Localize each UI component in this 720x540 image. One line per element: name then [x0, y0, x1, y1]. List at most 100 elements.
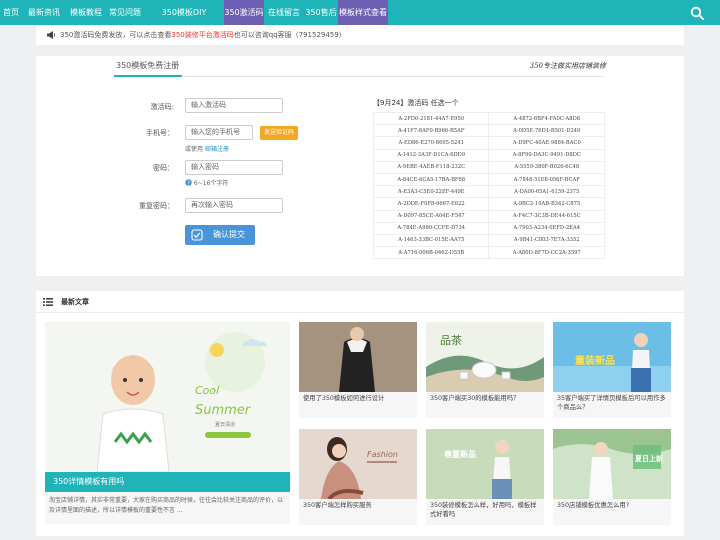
summer-title: 夏日上新 — [634, 454, 663, 463]
banner-sub: 夏日清凉 — [215, 421, 235, 428]
search-icon[interactable] — [690, 6, 704, 20]
nav-item-home[interactable]: 首页 — [0, 0, 22, 25]
activation-code[interactable]: A-DA00-65A1-6159-2375 — [488, 185, 605, 199]
article-image-jacket[interactable] — [299, 322, 417, 392]
question-icon: ? — [185, 179, 192, 187]
slogan-text: 350专注做实用店铺装修 — [529, 62, 606, 70]
article-card[interactable]: 春夏新品 350装修模板怎么样，好用吗，模板样式好看吗 — [426, 429, 544, 525]
article-image-spring[interactable]: 春夏新品 — [426, 429, 544, 499]
send-code-button[interactable]: 发送验证码 — [260, 126, 298, 140]
activation-code-table: A-2FD0-2181-44A7-E950 A-4872-6BF4-FA0C-A8… — [372, 111, 605, 260]
activation-code[interactable]: A-41F7-8AF0-B966-B5AF — [372, 124, 490, 138]
top-navbar: 首页 最新资讯 模板教程 常见问题 350模板DIY 350激活码 在线留言 3… — [0, 0, 720, 25]
article-title[interactable]: 350客户端买30的模板能用吗？ — [430, 394, 542, 403]
article-title[interactable]: 350客户端怎样购买服务 — [303, 501, 415, 510]
code-row: A-2DDE-F0F8-6667-E622 A-9BC2-10AB-B342-C8… — [372, 197, 605, 211]
activation-input[interactable]: 输入激活码 — [185, 98, 283, 113]
code-row: A-E3A3-C5E0-22EF-449E A-DA00-65A1-6159-23… — [372, 185, 605, 199]
svg-text:?: ? — [187, 181, 190, 186]
activation-code[interactable]: A-5559-380F-B026-6C48 — [488, 160, 605, 174]
article-card[interactable]: 使用了350模板如何进行设计 — [299, 322, 417, 418]
spring-title: 春夏新品 — [444, 449, 476, 459]
article-image-kids[interactable]: 童装新品 — [553, 322, 671, 392]
notice-prefix: 350激活码免费发放，可以点击查看 — [60, 31, 172, 39]
article-title[interactable]: 350装修模板怎么样，好用吗，模板样式好看吗 — [430, 501, 542, 519]
codes-heading: 【9月24】激活码 任选一个 — [373, 99, 459, 107]
featured-article-title[interactable]: 350详情模板有用吗 — [45, 472, 290, 492]
activation-code[interactable]: A-A716-006B-0462-D55B — [372, 246, 490, 260]
articles-header: 最新文章 — [36, 291, 684, 313]
banner-summer: Summer — [195, 403, 252, 418]
article-title[interactable]: 35客户端买了详情页模板后可以用作多个商品么？ — [557, 394, 669, 412]
activation-code[interactable]: A-784E-A980-CCFE-D734 — [372, 221, 490, 235]
activation-code[interactable]: A-D097-85CE-A04E-F547 — [372, 209, 490, 223]
activation-code[interactable]: A-0D5E-76D1-B501-D249 — [488, 124, 605, 138]
article-image-fashion[interactable]: Fashion — [299, 429, 417, 499]
article-title[interactable]: 使用了350模板如何进行设计 — [303, 394, 415, 403]
featured-article-image[interactable]: Cool Summer 夏日清凉 — [45, 322, 290, 472]
activation-code[interactable]: A-2DDE-F0F8-6667-E622 — [372, 197, 490, 211]
activation-code[interactable]: A-1412-3A3F-D1CA-6DD9 — [372, 148, 490, 162]
nav-item-template-styles[interactable]: 模板样式查看 — [338, 0, 388, 25]
article-card[interactable]: Fashion 350客户端怎样购买服务 — [299, 429, 417, 525]
email-register-link[interactable]: 邮箱注册 — [205, 146, 229, 153]
article-image-tea[interactable]: 品茶 — [426, 322, 544, 392]
latest-articles-section: 最新文章 Cool Summer 夏日清凉 350详情模板有用吗 淘宝店铺详情，… — [36, 291, 684, 536]
nav-item-activation-code[interactable]: 350激活码 — [224, 0, 264, 25]
activation-code[interactable]: A-9BC2-10AB-B342-C875 — [488, 197, 605, 211]
submit-label: 确认提交 — [213, 230, 245, 239]
activation-code[interactable]: A-8F90-DA3C-9491-D8DC — [488, 148, 605, 162]
phone-input[interactable]: 输入您的手机号 — [185, 125, 253, 140]
notice-activation-link[interactable]: 350装修平台激活码 — [171, 31, 233, 39]
code-row: A-ED86-E270-8695-5241 A-D9FC-40AE-9884-BA… — [372, 136, 605, 150]
nav-item-diy[interactable]: 350模板DIY — [144, 0, 224, 25]
activation-code[interactable]: A-84CE-6CA5-17BA-BF68 — [372, 172, 490, 187]
activation-code[interactable]: A-ED86-E270-8695-5241 — [372, 136, 490, 150]
nav-item-tutorials[interactable]: 模板教程 — [66, 0, 106, 25]
activation-code[interactable]: A-7848-51E8-056F-BCAF — [488, 172, 605, 187]
hint-prefix: 或使用 — [185, 146, 204, 153]
activation-code[interactable]: A-D9FC-40AE-9884-BAC0 — [488, 136, 605, 150]
confirm-password-label: 重复密码： — [139, 202, 174, 210]
article-card[interactable]: 童装新品 35客户端买了详情页模板后可以用作多个商品么？ — [553, 322, 671, 418]
activation-code[interactable]: A-7903-A234-0EFD-2EA4 — [488, 221, 605, 235]
activation-code[interactable]: A-9B41-C803-7E7A-3352 — [488, 233, 605, 248]
code-row: A-1412-3A3F-D1CA-6DD9 A-8F90-DA3C-9491-D8… — [372, 148, 605, 162]
activation-code[interactable]: A-1463-33BC-015E-AA75 — [372, 233, 490, 248]
kids-title: 童装新品 — [575, 354, 615, 367]
list-icon — [43, 298, 53, 306]
email-register-hint: 或使用 邮箱注册 — [185, 144, 229, 153]
article-title[interactable]: 350店铺模板优惠怎么用? — [557, 501, 669, 510]
phone-label: 手机号： — [146, 129, 174, 137]
password-hint: ? 6~16个字符 — [185, 178, 228, 187]
nav-item-news[interactable]: 最新资讯 — [22, 0, 66, 25]
activation-code[interactable]: A-4872-6BF4-FA0C-A8D8 — [488, 111, 605, 126]
article-card[interactable]: 品茶 350客户端买30的模板能用吗？ — [426, 322, 544, 418]
password-label: 密码： — [153, 164, 174, 172]
nav-item-faq[interactable]: 常见问题 — [106, 0, 144, 25]
activation-code[interactable]: A-9EBE-4AEB-F118-232C — [372, 160, 490, 174]
nav-item-message[interactable]: 在线留言 — [264, 0, 304, 25]
activation-code[interactable]: A-E3A3-C5E0-22EF-449E — [372, 185, 490, 199]
article-card[interactable]: 夏日上新 350店铺模板优惠怎么用? — [553, 429, 671, 525]
submit-icon — [191, 229, 203, 241]
featured-article[interactable]: Cool Summer 夏日清凉 350详情模板有用吗 淘宝店铺详情，其实非常重… — [45, 322, 290, 524]
activation-code[interactable]: A-A80D-8F7D-CC2A-3597 — [488, 246, 605, 260]
code-row: A-9EBE-4AEB-F118-232C A-5559-380F-B026-6C… — [372, 160, 605, 174]
banner-cool: Cool — [195, 384, 219, 397]
submit-button[interactable]: 确认提交 — [185, 225, 255, 245]
article-image-summer[interactable]: 夏日上新 — [553, 429, 671, 499]
code-row: A-784E-A980-CCFE-D734 A-7903-A234-0EFD-2E… — [372, 221, 605, 235]
notice-suffix: 也可以咨询qq客服（791529459） — [233, 31, 346, 39]
code-row: A-A716-006B-0462-D55B A-A80D-8F7D-CC2A-35… — [372, 246, 605, 260]
activation-code[interactable]: A-F4C7-3C3B-DE44-615C — [488, 209, 605, 223]
code-row: A-2FD0-2181-44A7-E950 A-4872-6BF4-FA0C-A8… — [372, 111, 605, 126]
password-input[interactable]: 输入密码 — [185, 160, 283, 175]
confirm-password-input[interactable]: 再次输入密码 — [185, 198, 283, 213]
nav-item-after-sales[interactable]: 350售后 — [304, 0, 338, 25]
activation-code[interactable]: A-2FD0-2181-44A7-E950 — [372, 111, 490, 126]
articles-title: 最新文章 — [61, 298, 89, 306]
activation-label: 激活码: — [150, 103, 174, 111]
password-hint-text: 6~16个字符 — [193, 180, 229, 187]
tab-underline — [114, 75, 182, 77]
